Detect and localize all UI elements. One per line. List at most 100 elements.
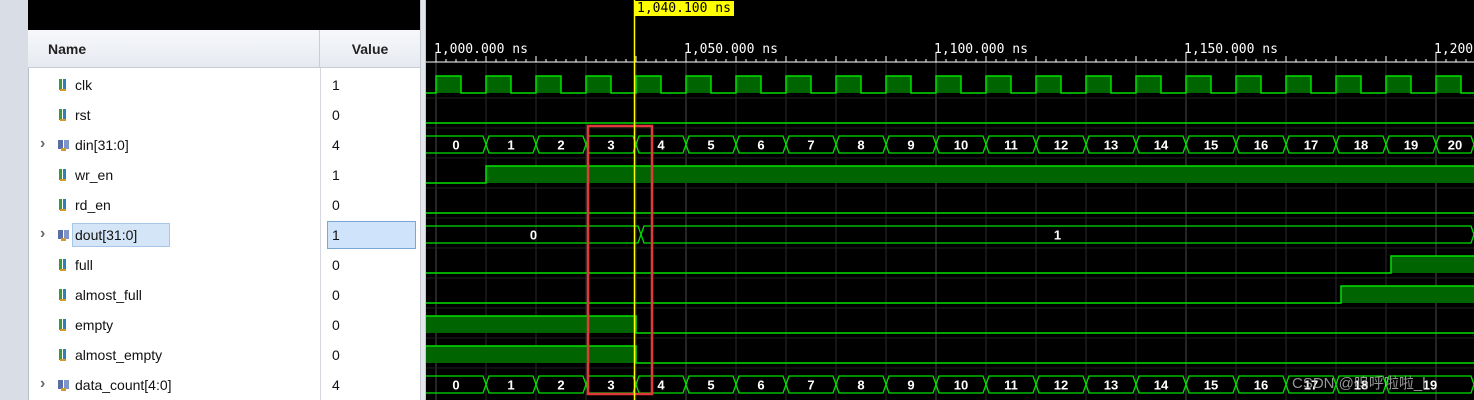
bus-signal-icon [58, 230, 69, 241]
empty-waveform-fill [426, 316, 636, 333]
signal-value: 0 [332, 257, 340, 273]
signal-panel: Name Value clk 1 rst 0 › din[31:0] 4 wr_en 1 rd_e… [0, 0, 420, 400]
signal-row[interactable]: empty 0 [28, 310, 420, 340]
signal-value: 0 [332, 197, 340, 213]
data-count-value: 5 [707, 378, 714, 393]
panel-top-area [28, 0, 420, 30]
bit-signal-icon [59, 199, 66, 211]
din-value: 1 [507, 138, 514, 153]
data-count-value: 7 [807, 378, 814, 393]
din-value: 18 [1354, 138, 1368, 153]
din-value: 4 [657, 138, 665, 153]
signal-name: almost_full [75, 287, 142, 303]
din-value: 19 [1404, 138, 1418, 153]
clk-fill [486, 76, 511, 93]
signal-row[interactable]: › data_count[4:0] 4 [28, 370, 420, 400]
data-count-value: 13 [1104, 378, 1118, 393]
data-count-value: 4 [657, 378, 665, 393]
almost-full-waveform-fill [1341, 286, 1474, 303]
full-waveform-fill [1391, 256, 1474, 273]
data-count-value: 6 [757, 378, 764, 393]
clk-fill [586, 76, 611, 93]
signal-name: empty [75, 317, 114, 333]
clk-fill [936, 76, 961, 93]
clk-fill [686, 76, 711, 93]
signal-value: 0 [332, 287, 340, 303]
signal-row[interactable]: clk 1 [28, 70, 420, 100]
din-value: 9 [907, 138, 914, 153]
signal-value: 1 [332, 167, 340, 183]
time-tick-label: 1,150.000 ns [1184, 42, 1278, 57]
time-tick-label: 1,050.000 ns [684, 42, 778, 57]
din-value: 20 [1448, 138, 1462, 153]
data-count-value: 14 [1154, 378, 1169, 393]
din-value: 6 [757, 138, 764, 153]
time-tick-label: 1,100.000 ns [934, 42, 1028, 57]
din-value: 2 [557, 138, 564, 153]
signal-value: 4 [332, 137, 340, 153]
data-count-value: 12 [1054, 378, 1068, 393]
clk-fill [1236, 76, 1261, 93]
signal-row[interactable]: › din[31:0] 4 [28, 130, 420, 160]
bit-signal-icon [59, 79, 66, 91]
signal-row[interactable]: full 0 [28, 250, 420, 280]
signal-name: wr_en [75, 167, 114, 183]
signal-value: 0 [332, 107, 340, 123]
bit-signal-icon [59, 319, 66, 331]
data-count-value: 10 [954, 378, 968, 393]
signal-row[interactable]: rd_en 0 [28, 190, 420, 220]
watermark: CSDN @呜呼啦啦_l [1292, 375, 1426, 392]
clk-fill [736, 76, 761, 93]
din-value: 13 [1104, 138, 1118, 153]
signal-name: dout[31:0] [75, 227, 138, 243]
clk-fill [536, 76, 561, 93]
din-value: 15 [1204, 138, 1218, 153]
value-highlight [327, 221, 416, 249]
data-count-value: 2 [557, 378, 564, 393]
expand-chevron-icon[interactable]: › [40, 376, 50, 392]
name-column-header[interactable]: Name [28, 30, 320, 68]
expand-chevron-icon[interactable]: › [40, 226, 50, 242]
clk-fill [1136, 76, 1161, 93]
din-value: 7 [807, 138, 814, 153]
bit-signal-icon [59, 349, 66, 361]
signal-row[interactable]: wr_en 1 [28, 160, 420, 190]
signal-row[interactable]: rst 0 [28, 100, 420, 130]
full-waveform [426, 255, 1474, 274]
data-count-value: 15 [1204, 378, 1218, 393]
value-column-header[interactable]: Value [320, 30, 420, 68]
clk-fill [1286, 76, 1311, 93]
clk-fill [986, 76, 1011, 93]
data-count-value: 3 [607, 378, 614, 393]
clk-fill [1186, 76, 1211, 93]
signal-value: 1 [332, 227, 340, 243]
waveform-view[interactable]: 0 1 2 3 4 5 6 7 8 9 10 11 12 13 14 15 16 17 18 19 200 10 1 2 3 4 5… [426, 0, 1474, 400]
clk-fill [886, 76, 911, 93]
clk-fill [1436, 76, 1461, 93]
din-value: 14 [1154, 138, 1169, 153]
din-value: 0 [452, 138, 459, 153]
almost-empty-waveform-fill [426, 346, 636, 363]
signal-name: rd_en [75, 197, 111, 213]
bit-signal-icon [59, 259, 66, 271]
almost-full-waveform [426, 285, 1474, 304]
clk-fill [836, 76, 861, 93]
din-value: 10 [954, 138, 968, 153]
signal-row[interactable]: almost_empty 0 [28, 340, 420, 370]
panel-edge [0, 0, 29, 400]
cursor-time-label[interactable]: 1,040.100 ns [634, 1, 734, 16]
signal-name: clk [75, 77, 93, 93]
signal-value: 0 [332, 317, 340, 333]
signal-row[interactable]: › dout[31:0] 1 [28, 220, 420, 250]
expand-chevron-icon[interactable]: › [40, 136, 50, 152]
signal-value: 0 [332, 347, 340, 363]
signal-name: almost_empty [75, 347, 163, 363]
dout-value: 0 [530, 228, 537, 243]
bit-signal-icon [59, 289, 66, 301]
clk-fill [1086, 76, 1111, 93]
signal-row[interactable]: almost_full 0 [28, 280, 420, 310]
time-tick-label: 1,000.000 ns [434, 42, 528, 57]
bus-signal-icon [58, 380, 69, 391]
din-value: 17 [1304, 138, 1318, 153]
clk-fill [1336, 76, 1361, 93]
